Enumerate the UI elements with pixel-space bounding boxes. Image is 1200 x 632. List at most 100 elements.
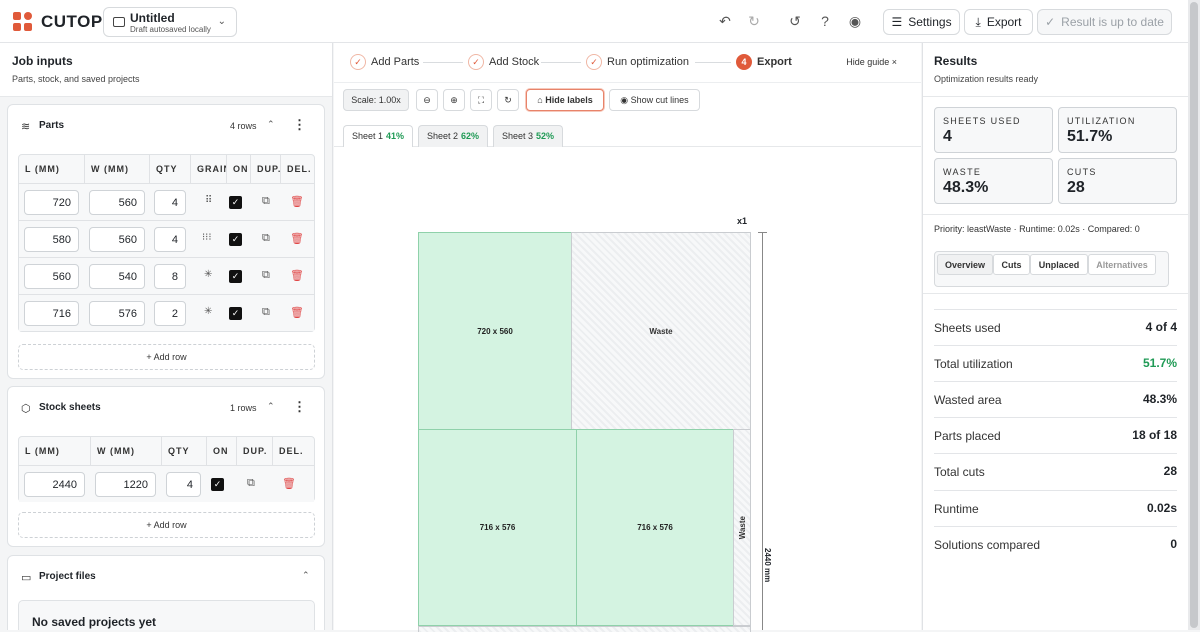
tab-sheet-3[interactable]: Sheet 3 52% xyxy=(493,125,563,147)
run-metadata: Priority: leastWaste · Runtime: 0.02s · … xyxy=(934,224,1140,234)
add-part-row-button[interactable]: + Add row xyxy=(18,344,315,370)
box-icon: ⬡ xyxy=(21,403,31,415)
show-cut-lines-button[interactable]: ◉ Show cut lines xyxy=(609,89,700,111)
sheet-multiplier: x1 xyxy=(737,216,748,226)
enabled-checkbox[interactable]: ✓ xyxy=(229,233,242,246)
length-input[interactable]: 720 xyxy=(24,190,79,215)
waste-region[interactable]: Waste xyxy=(571,232,751,430)
delete-icon[interactable]: 🗑 xyxy=(290,269,304,282)
scrollbar-thumb[interactable] xyxy=(1190,2,1198,628)
check-icon: ✓ xyxy=(350,54,366,70)
sheet-name: Sheet 1 xyxy=(352,131,384,141)
delete-icon[interactable]: 🗑 xyxy=(290,195,304,208)
enabled-checkbox[interactable]: ✓ xyxy=(229,270,242,283)
placed-part[interactable]: 720 x 560 xyxy=(418,232,572,430)
qty-input[interactable]: 4 xyxy=(154,227,186,252)
chevron-up-icon[interactable]: ⌃ xyxy=(267,119,275,130)
settings-button[interactable]: ☰ Settings xyxy=(883,9,960,35)
tab-sheet-2[interactable]: Sheet 2 62% xyxy=(418,125,488,147)
account-icon[interactable]: ◉ xyxy=(847,13,863,29)
step-label: Run optimization xyxy=(607,56,689,68)
length-input[interactable]: 560 xyxy=(24,264,79,289)
tab-unplaced[interactable]: Unplaced xyxy=(1030,254,1088,275)
hide-labels-button[interactable]: ⌂ Hide labels xyxy=(526,89,604,111)
sheet-utilization: 52% xyxy=(536,131,555,141)
summary-row: Runtime 0.02s xyxy=(934,490,1177,526)
step-export[interactable]: 4 Export xyxy=(736,54,792,70)
delete-icon[interactable]: 🗑 xyxy=(290,306,304,319)
step-add-stock[interactable]: ✓ Add Stock xyxy=(468,54,539,70)
summary-key: Parts placed xyxy=(934,429,1001,443)
enabled-checkbox[interactable]: ✓ xyxy=(229,307,242,320)
length-input[interactable]: 580 xyxy=(24,227,79,252)
width-input[interactable]: 560 xyxy=(89,190,145,215)
hide-guide-button[interactable]: Hide guide × xyxy=(846,57,897,67)
duplicate-icon[interactable]: ⧉ xyxy=(262,306,270,319)
qty-input[interactable]: 4 xyxy=(154,190,186,215)
tab-sheet-1[interactable]: Sheet 1 41% xyxy=(343,125,413,147)
undo-icon[interactable]: ↶ xyxy=(717,13,733,29)
enabled-checkbox[interactable]: ✓ xyxy=(229,196,242,209)
chevron-up-icon[interactable]: ⌃ xyxy=(267,401,275,412)
col-length: L (MM) xyxy=(19,155,85,183)
width-input[interactable]: 1220 xyxy=(95,472,156,497)
col-on: ON xyxy=(227,155,251,183)
grain-icon[interactable]: ✳ xyxy=(204,306,212,317)
length-input[interactable]: 2440 xyxy=(24,472,85,497)
grain-icon[interactable]: ⁝⁝⁝ xyxy=(202,232,212,243)
qty-input[interactable]: 4 xyxy=(166,472,201,497)
summary-row: Parts placed 18 of 18 xyxy=(934,417,1177,453)
duplicate-icon[interactable]: ⧉ xyxy=(262,232,270,245)
tab-alternatives[interactable]: Alternatives xyxy=(1088,254,1156,275)
history-icon[interactable]: ↺ xyxy=(787,13,803,29)
width-input[interactable]: 576 xyxy=(89,301,145,326)
page-scrollbar[interactable] xyxy=(1188,0,1200,630)
qty-input[interactable]: 2 xyxy=(154,301,186,326)
length-input[interactable]: 716 xyxy=(24,301,79,326)
grain-icon[interactable]: ✳ xyxy=(204,269,212,280)
zoom-in-icon[interactable]: ⊕ xyxy=(443,89,465,111)
plus-icon: + xyxy=(146,520,154,530)
fit-screen-icon[interactable]: ⛶ xyxy=(470,89,492,111)
sheet-utilization: 41% xyxy=(386,131,405,141)
qty-input[interactable]: 8 xyxy=(154,264,186,289)
results-subtitle: Optimization results ready xyxy=(934,74,1039,84)
step-run-optimization[interactable]: ✓ Run optimization xyxy=(586,54,689,70)
help-icon[interactable]: ? xyxy=(817,13,833,29)
step-add-parts[interactable]: ✓ Add Parts xyxy=(350,54,419,70)
export-button[interactable]: ⤓ Export xyxy=(964,9,1033,35)
zoom-out-icon[interactable]: ⊖ xyxy=(416,89,438,111)
duplicate-icon[interactable]: ⧉ xyxy=(247,477,255,490)
tab-overview[interactable]: Overview xyxy=(937,254,993,275)
chevron-up-icon[interactable]: ⌃ xyxy=(302,570,310,581)
more-icon[interactable]: ⋮ xyxy=(293,117,306,133)
reset-view-icon[interactable]: ↻ xyxy=(497,89,519,111)
results-tabs: Overview Cuts Unplaced Alternatives xyxy=(934,251,1169,287)
sheet-name: Sheet 2 xyxy=(427,131,459,141)
add-stock-row-button[interactable]: + Add row xyxy=(18,512,315,538)
duplicate-icon[interactable]: ⧉ xyxy=(262,195,270,208)
divider xyxy=(923,293,1188,294)
delete-icon[interactable]: 🗑 xyxy=(282,477,296,490)
width-input[interactable]: 560 xyxy=(89,227,145,252)
width-input[interactable]: 540 xyxy=(89,264,145,289)
panel-subtitle: Parts, stock, and saved projects xyxy=(12,74,140,84)
stat-cuts: CUTS 28 xyxy=(1058,158,1177,204)
run-status-button[interactable]: ✓ Result is up to date xyxy=(1037,9,1172,35)
tab-cuts[interactable]: Cuts xyxy=(993,254,1030,275)
summary-row: Sheets used 4 of 4 xyxy=(934,309,1177,345)
waste-region[interactable]: Waste xyxy=(733,429,751,626)
placed-part[interactable]: 716 x 576 xyxy=(418,429,577,626)
enabled-checkbox[interactable]: ✓ xyxy=(211,478,224,491)
delete-icon[interactable]: 🗑 xyxy=(290,232,304,245)
step-label: Export xyxy=(757,56,792,68)
redo-icon[interactable]: ↻ xyxy=(746,13,762,29)
more-icon[interactable]: ⋮ xyxy=(293,399,306,415)
parts-title: Parts xyxy=(39,120,65,131)
project-menu-button[interactable]: Untitled Draft autosaved locally ⌄ xyxy=(103,7,237,37)
layout-viewer: ✓ Add Parts ✓ Add Stock ✓ Run optimizati… xyxy=(334,43,921,632)
placed-part[interactable]: 716 x 576 xyxy=(576,429,734,626)
logo-icon xyxy=(13,12,33,32)
grain-icon[interactable]: ⠿ xyxy=(205,195,212,206)
duplicate-icon[interactable]: ⧉ xyxy=(262,269,270,282)
